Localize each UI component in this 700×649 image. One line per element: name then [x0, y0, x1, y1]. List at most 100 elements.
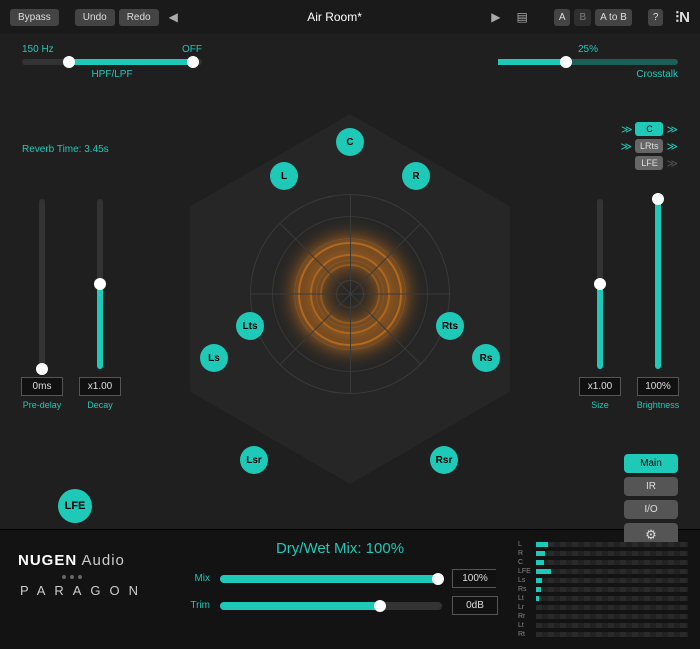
trim-value[interactable]: 0dB [452, 596, 498, 615]
meter-row: Rt [518, 630, 688, 638]
channel-rts[interactable]: Rts [436, 312, 464, 340]
hpf-thumb[interactable] [63, 56, 75, 68]
preset-list-icon[interactable]: ▤ [510, 10, 533, 24]
meter-bar [536, 578, 688, 583]
reverb-time-readout: Reverb Time: 3.45s [22, 144, 109, 155]
route-in-icon[interactable]: ≫ [621, 123, 633, 136]
lpf-thumb[interactable] [187, 56, 199, 68]
channel-r[interactable]: R [402, 162, 430, 190]
nugen-logo-icon: ⫶N [675, 9, 690, 26]
route-lfe[interactable]: LFE [635, 156, 663, 170]
meter-bar [536, 569, 688, 574]
trim-thumb[interactable] [374, 600, 386, 612]
mix-thumb[interactable] [432, 573, 444, 585]
brightness-thumb[interactable] [652, 193, 664, 205]
predelay-thumb[interactable] [36, 363, 48, 375]
play-icon[interactable]: ▶ [485, 10, 506, 24]
help-button[interactable]: ? [648, 9, 664, 26]
meter-row: L [518, 540, 688, 548]
slot-a-button[interactable]: A [554, 9, 571, 26]
channel-c[interactable]: C [336, 128, 364, 156]
drywet-title: Dry/Wet Mix: 100% [182, 540, 498, 557]
tab-main[interactable]: Main [624, 454, 678, 473]
channel-lfe[interactable]: LFE [58, 489, 92, 523]
brightness-slider: 100% Brightness [638, 199, 678, 410]
hpf-lpf-label: HPF/LPF [22, 69, 202, 80]
prev-preset-icon[interactable]: ◀ [163, 10, 184, 24]
size-thumb[interactable] [594, 278, 606, 290]
route-c[interactable]: C [635, 122, 663, 136]
redo-button[interactable]: Redo [119, 9, 159, 26]
hpf-lpf-slider[interactable] [22, 59, 202, 65]
decay-label: Decay [87, 400, 113, 410]
meter-bar [536, 587, 688, 592]
meter-label: Lt [518, 595, 533, 602]
crosstalk-label: Crosstalk [498, 69, 678, 80]
decay-value[interactable]: x1.00 [79, 377, 121, 396]
brightness-label: Brightness [637, 400, 680, 410]
meter-bar [536, 560, 688, 565]
meter-row: LFE [518, 567, 688, 575]
lpf-value: OFF [182, 44, 202, 55]
route-in-icon[interactable]: ≫ [620, 140, 632, 153]
decay-slider: x1.00 Decay [80, 199, 120, 410]
brand-paragon-label: PARAGON [20, 583, 170, 598]
channel-lsr[interactable]: Lsr [240, 446, 268, 474]
meter-row: Lt [518, 621, 688, 629]
meter-row: C [518, 558, 688, 566]
trim-slider[interactable] [220, 602, 442, 610]
meter-bar [536, 614, 688, 619]
a-to-b-button[interactable]: A to B [595, 9, 632, 26]
predelay-slider: 0ms Pre-delay [22, 199, 62, 410]
hpf-lpf-control: 150 Hz OFF HPF/LPF [22, 44, 202, 80]
route-lrts[interactable]: LRts [635, 139, 664, 153]
channel-lts[interactable]: Lts [236, 312, 264, 340]
meter-bar [536, 542, 688, 547]
meter-bar [536, 605, 688, 610]
brand-block: NUGEN Audio PARAGON [0, 530, 170, 649]
predelay-value[interactable]: 0ms [21, 377, 63, 396]
size-value[interactable]: x1.00 [579, 377, 621, 396]
meter-label: Rs [518, 586, 533, 593]
preset-name[interactable]: Air Room* [188, 10, 481, 24]
bypass-button[interactable]: Bypass [10, 9, 59, 26]
mix-value[interactable]: 100% [452, 569, 498, 588]
channel-ls[interactable]: Ls [200, 344, 228, 372]
meter-label: Ls [518, 577, 533, 584]
tab-io[interactable]: I/O [624, 500, 678, 519]
route-out-icon[interactable]: ≫ [666, 123, 678, 136]
meter-row: Lt [518, 594, 688, 602]
output-meters: L R C LFE Ls Rs Lt Lr [510, 530, 700, 649]
channel-l[interactable]: L [270, 162, 298, 190]
meter-bar [536, 632, 688, 637]
meter-row: R [518, 549, 688, 557]
route-out-icon[interactable]: ≫ [666, 157, 678, 170]
slot-b-button[interactable]: B [574, 9, 591, 26]
crosstalk-control: 25% Crosstalk [498, 44, 678, 80]
brightness-value[interactable]: 100% [637, 377, 679, 396]
meter-row: Ls [518, 576, 688, 584]
channel-rsr[interactable]: Rsr [430, 446, 458, 474]
meter-label: LFE [518, 568, 533, 575]
meter-bar [536, 623, 688, 628]
meter-row: Lr [518, 603, 688, 611]
crosstalk-slider[interactable] [498, 59, 678, 65]
mix-label: Mix [182, 573, 210, 584]
mix-slider[interactable] [220, 575, 442, 583]
main-panel: 150 Hz OFF HPF/LPF 25% Crosstalk ≫ C ≫ [0, 34, 700, 529]
decay-thumb[interactable] [94, 278, 106, 290]
tab-ir[interactable]: IR [624, 477, 678, 496]
hpf-value: 150 Hz [22, 44, 54, 55]
meter-row: Rs [518, 585, 688, 593]
meter-label: Lr [518, 604, 533, 611]
reverb-radar [250, 194, 450, 394]
size-slider: x1.00 Size [580, 199, 620, 410]
meter-label: R [518, 550, 533, 557]
predelay-label: Pre-delay [23, 400, 62, 410]
undo-button[interactable]: Undo [75, 9, 115, 26]
drywet-section: Dry/Wet Mix: 100% Mix 100% Trim 0dB [170, 530, 510, 649]
route-out-icon[interactable]: ≫ [666, 140, 678, 153]
channel-rs[interactable]: Rs [472, 344, 500, 372]
crosstalk-thumb[interactable] [560, 56, 572, 68]
brand-nugen-label: NUGEN Audio [18, 552, 170, 569]
